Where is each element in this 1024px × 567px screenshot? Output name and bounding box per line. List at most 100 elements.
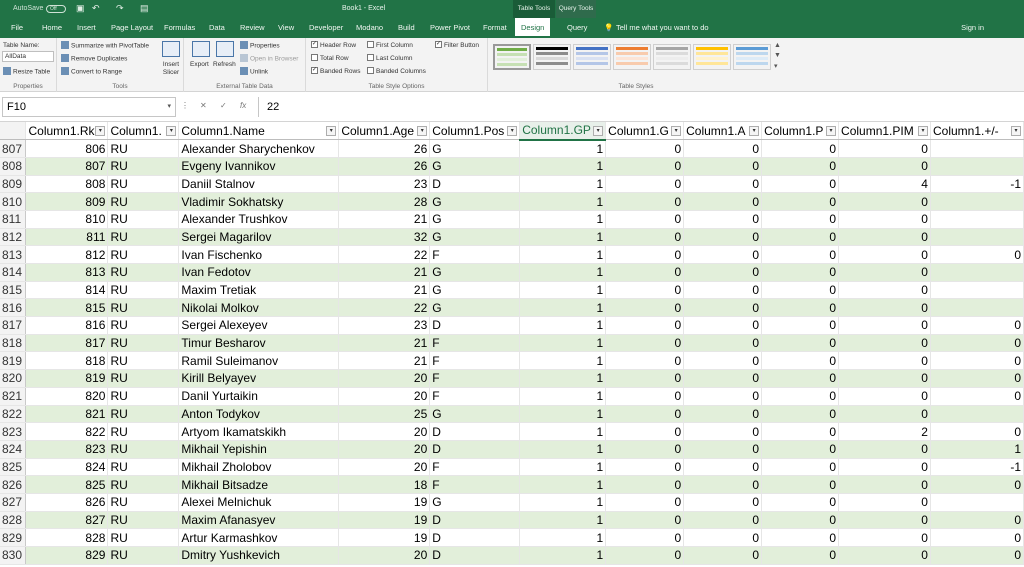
table-cell[interactable]: 829 [25, 546, 109, 565]
table-cell[interactable]: Evgeny Ivannikov [178, 157, 340, 176]
row-header[interactable]: 828 [0, 511, 27, 530]
table-cell[interactable]: 0 [930, 475, 1024, 494]
table-cell[interactable]: 19 [338, 528, 431, 547]
table-cell[interactable]: 0 [761, 405, 840, 424]
table-cell[interactable]: 4 [838, 175, 931, 194]
table-cell[interactable]: G [429, 493, 521, 512]
table-cell[interactable]: 0 [683, 316, 763, 335]
table-cell[interactable]: 0 [838, 440, 931, 459]
column-header-name[interactable]: Column1.Name ▾ [178, 122, 340, 141]
table-cell[interactable]: 0 [838, 475, 931, 494]
filter-dropdown-icon[interactable]: ▾ [417, 126, 428, 136]
table-cell[interactable]: 0 [930, 316, 1024, 335]
row-header[interactable]: 827 [0, 493, 27, 512]
quick-access-icon[interactable]: ▤ [140, 3, 149, 14]
tab-build[interactable]: Build [398, 18, 415, 38]
row-header[interactable]: 818 [0, 334, 27, 353]
table-cell[interactable]: 22 [338, 245, 431, 264]
select-all-corner[interactable] [0, 122, 27, 141]
table-cell[interactable]: 0 [605, 298, 685, 318]
table-cell[interactable]: 22 [338, 298, 431, 318]
table-cell[interactable]: 1 [519, 458, 607, 477]
table-cell[interactable]: G [429, 157, 521, 176]
tab-format[interactable]: Format [483, 18, 507, 38]
table-cell[interactable]: 822 [25, 422, 109, 441]
table-cell[interactable]: 0 [605, 387, 685, 406]
table-cell[interactable]: 0 [683, 192, 763, 211]
column-header-pim[interactable]: Column1.PIM ▾ [838, 122, 931, 141]
table-cell[interactable]: Mikhail Yepishin [178, 440, 340, 459]
table-cell[interactable]: 0 [761, 546, 840, 565]
table-cell[interactable] [930, 210, 1024, 229]
table-cell[interactable]: 0 [683, 157, 763, 176]
tell-me-search[interactable]: Tell me what you want to do [616, 18, 709, 38]
table-cell[interactable]: -1 [930, 458, 1024, 477]
banded-columns-checkbox[interactable] [367, 67, 374, 74]
table-cell[interactable]: 824 [25, 458, 109, 477]
table-cell[interactable]: 825 [25, 475, 109, 494]
table-cell[interactable]: 0 [761, 157, 840, 176]
table-cell[interactable]: 0 [605, 493, 685, 512]
table-cell[interactable]: 21 [338, 210, 431, 229]
table-cell[interactable]: 0 [930, 387, 1024, 406]
table-cell[interactable]: 0 [838, 281, 931, 300]
table-cell[interactable]: 814 [25, 281, 109, 300]
table-cell[interactable]: 0 [605, 440, 685, 459]
table-cell[interactable]: Alexei Melnichuk [178, 493, 340, 512]
table-cell[interactable]: 0 [683, 440, 763, 459]
row-header[interactable]: 816 [0, 298, 27, 318]
table-cell[interactable]: 815 [25, 298, 109, 318]
table-cell[interactable]: Dmitry Yushkevich [178, 546, 340, 565]
table-cell[interactable]: 21 [338, 281, 431, 300]
table-cell[interactable]: 21 [338, 351, 431, 371]
table-cell[interactable]: 20 [338, 440, 431, 459]
table-cell[interactable]: 810 [25, 210, 109, 229]
table-cell[interactable]: 0 [605, 139, 685, 158]
table-style-gray[interactable] [653, 44, 691, 70]
table-cell[interactable]: 1 [519, 475, 607, 494]
undo-icon[interactable]: ↶ [92, 3, 100, 14]
row-header[interactable]: 820 [0, 369, 27, 388]
gallery-scroll-up-icon[interactable]: ▲ [774, 42, 781, 49]
table-cell[interactable]: 0 [761, 263, 840, 282]
name-box[interactable]: F10 ▾ [2, 97, 176, 117]
table-properties-button[interactable]: Properties [240, 41, 280, 50]
last-column-checkbox[interactable] [367, 54, 374, 61]
table-cell[interactable]: 0 [683, 493, 763, 512]
table-cell[interactable] [930, 228, 1024, 247]
table-cell[interactable]: RU [107, 228, 180, 247]
table-cell[interactable] [930, 157, 1024, 176]
table-cell[interactable]: 32 [338, 228, 431, 247]
last-column-option[interactable]: Last Column [367, 54, 413, 62]
table-cell[interactable]: 0 [683, 228, 763, 247]
table-cell[interactable]: 0 [838, 228, 931, 247]
gallery-scroll-down-icon[interactable]: ▼ [774, 52, 781, 59]
table-cell[interactable]: 1 [930, 440, 1024, 459]
convert-range-button[interactable]: Convert to Range [61, 67, 122, 76]
table-cell[interactable]: G [429, 192, 521, 211]
table-cell[interactable]: 0 [761, 192, 840, 211]
table-cell[interactable]: 20 [338, 458, 431, 477]
refresh-icon[interactable] [216, 41, 234, 57]
table-cell[interactable]: 826 [25, 493, 109, 512]
table-cell[interactable]: Danil Yurtaikin [178, 387, 340, 406]
table-cell[interactable]: 0 [605, 245, 685, 264]
table-cell[interactable]: 1 [519, 175, 607, 194]
table-cell[interactable]: 1 [519, 440, 607, 459]
table-cell[interactable]: RU [107, 245, 180, 264]
save-icon[interactable]: ▣ [76, 3, 85, 14]
table-cell[interactable] [930, 493, 1024, 512]
table-cell[interactable]: 0 [605, 546, 685, 565]
tab-power-pivot[interactable]: Power Pivot [430, 18, 470, 38]
column-header-a[interactable]: Column1.A ▾ [683, 122, 763, 141]
row-header[interactable]: 825 [0, 458, 27, 477]
table-cell[interactable]: 0 [683, 458, 763, 477]
autosave-toggle[interactable]: Off [46, 5, 66, 13]
row-header[interactable]: 813 [0, 245, 27, 264]
table-cell[interactable]: F [429, 351, 521, 371]
row-header[interactable]: 822 [0, 405, 27, 424]
table-cell[interactable] [930, 263, 1024, 282]
filter-dropdown-icon[interactable]: ▾ [826, 126, 837, 136]
table-cell[interactable]: D [429, 440, 521, 459]
table-cell[interactable]: 0 [838, 351, 931, 371]
